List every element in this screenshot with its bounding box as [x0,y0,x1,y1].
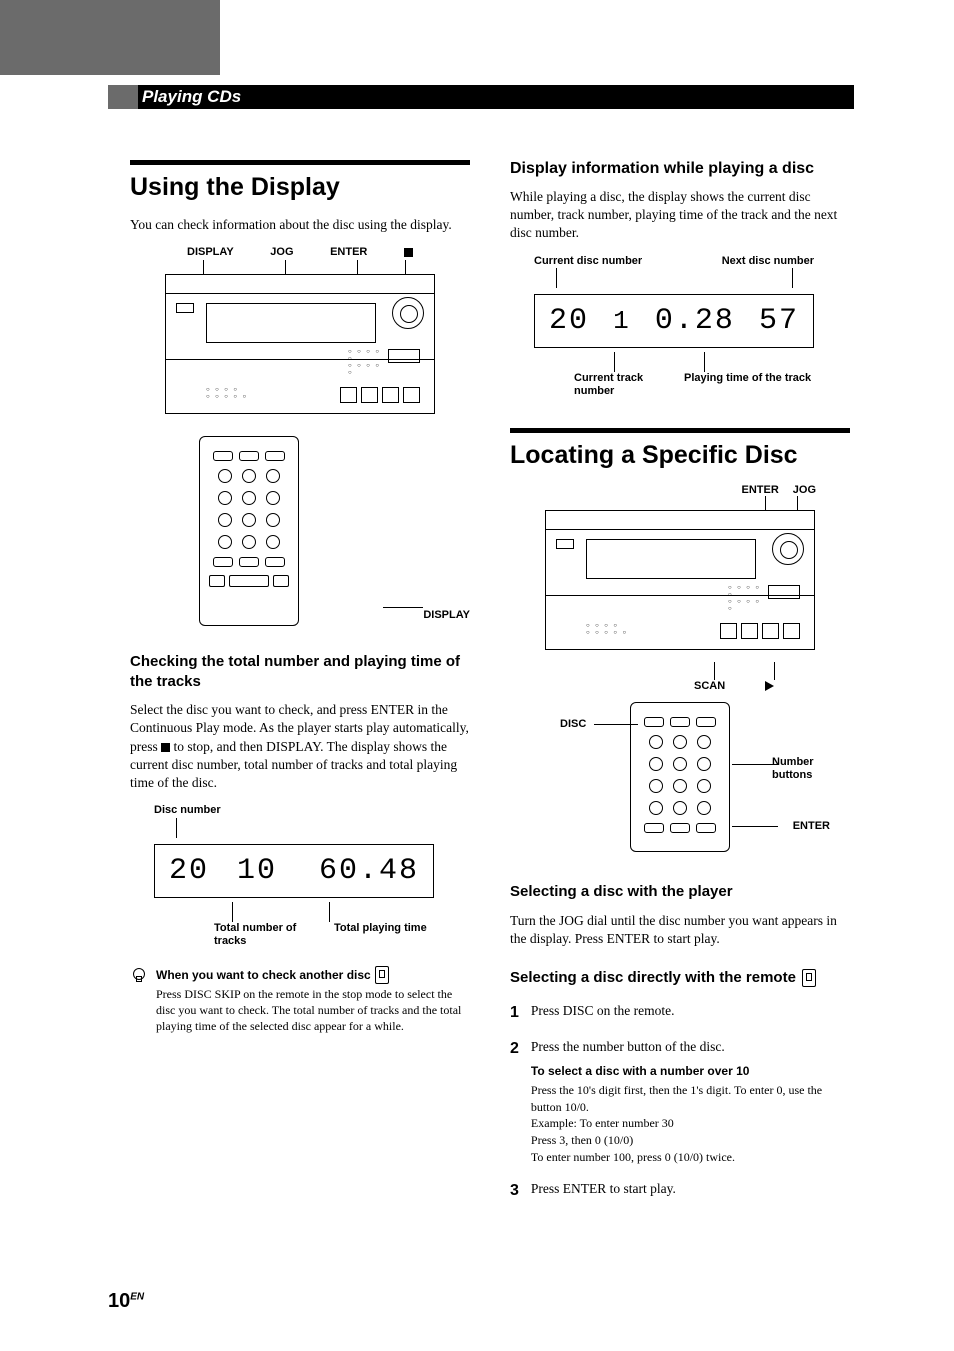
using-display-heading: Using the Display [130,173,470,202]
lcd2-playtime-label: Playing time of the track [684,372,814,398]
remote-illustration-2 [630,702,730,852]
step-num-1: 1 [510,1002,519,1024]
remote-illustration [199,436,299,626]
note-body-3: Press 3, then 0 (10/0) [531,1132,850,1149]
stop-icon-inline [161,743,170,752]
step-3-text: Press ENTER to start play. [531,1180,676,1202]
note-title: To select a disc with a number over 10 [531,1063,850,1080]
lcd2-nextdisc-label: Next disc number [722,255,814,268]
sel-remote-head-row: Selecting a disc directly with the remot… [510,968,850,988]
device-illustration: ○ ○ ○ ○ ○○ ○ ○ ○ ○ ○ ○ ○ ○○ ○ ○ ○ ○ [165,274,435,414]
sel-player-body: Turn the JOG dial until the disc number … [510,912,850,948]
remote2-number-label: Number buttons [772,756,832,782]
stop-icon [404,246,413,258]
lcd1-disc-label: Disc number [154,804,470,817]
lcd1-tracks-label: Total number of tracks [214,922,314,948]
lcd2-bot-lines [534,352,814,372]
steps-list: 1 Press DISC on the remote. 2 Press the … [510,1002,850,1202]
device2-top-labels: ENTER JOG [544,484,816,496]
lcd1-bottom-labels: Total number of tracks Total playing tim… [154,922,434,948]
page-content: Using the Display You can check informat… [130,160,850,1216]
lcd-display-1: 20 10 60.48 [154,844,434,898]
callout-lines [165,260,435,274]
note-body-1: Press the 10's digit first, then the 1's… [531,1082,850,1116]
right-column: Display information while playing a disc… [510,160,850,1216]
step-1-text: Press DISC on the remote. [531,1002,675,1024]
play-icon [765,680,774,692]
section-title: Playing CDs [138,87,241,107]
lcd2-curdisc: 20 [549,304,589,338]
label-enter: ENTER [330,246,367,258]
page-num-suffix: EN [130,1291,144,1302]
lcd1-time-label: Total playing time [334,922,434,948]
label-jog2: JOG [793,484,816,496]
left-column: Using the Display You can check informat… [130,160,470,1216]
sel-remote-head: Selecting a disc directly with the remot… [510,968,796,988]
page-num-value: 10 [108,1290,130,1312]
note-body-2: Example: To enter number 30 [531,1115,850,1132]
label-jog: JOG [270,246,293,258]
device-callout-row: DISPLAY JOG ENTER [165,246,435,258]
device2-top-lines [544,496,816,510]
tip-bulb-icon [130,966,150,987]
checking-subhead: Checking the total number and playing ti… [130,652,470,691]
step-2-text: Press the number button of the disc. [531,1038,850,1057]
remote2-disc-text: DISC [560,718,586,730]
step-3: 3 Press ENTER to start play. [510,1180,850,1202]
lcd1-tracks: 10 [237,854,277,888]
rule [130,160,470,165]
rule-2 [510,428,850,433]
lcd1-disc: 20 [169,854,209,888]
note-body-4: To enter number 100, press 0 (10/0) twic… [531,1149,850,1166]
step-2: 2 Press the number button of the disc. T… [510,1038,850,1166]
step-num-2: 2 [510,1038,519,1166]
lcd2-top-lines [534,268,814,288]
intro-text: You can check information about the disc… [130,216,470,234]
device2-bot-lines [544,662,816,680]
lcd1-time: 60.48 [319,854,419,888]
lcd1-bot-lines [154,902,434,922]
lcd-display-2: 20 1 0.28 57 [534,294,814,348]
tip-title: When you want to check another disc [156,968,371,982]
page-number: 10EN [108,1290,144,1313]
header-grey-lead [108,85,138,109]
remote-icon [375,966,389,984]
remote2-wrap: DISC Number buttons ENTER [570,702,790,852]
remote2-disc-label: DISC [560,718,586,730]
remote-icon-2 [802,969,816,987]
label-scan: SCAN [694,680,725,692]
lcd2-track: 1 [613,306,631,336]
lcd2-curtrack-label: Current track number [574,372,664,398]
tip-title-row: When you want to check another disc [156,966,470,984]
tip-body: Press DISC SKIP on the remote in the sto… [156,986,470,1035]
step-1: 1 Press DISC on the remote. [510,1002,850,1024]
sel-player-head: Selecting a disc with the player [510,882,850,902]
device2-bot-labels: SCAN [544,680,816,692]
remote2-enter-label: ENTER [793,820,830,832]
tip-block: When you want to check another disc Pres… [130,966,470,1035]
label-display: DISPLAY [187,246,234,258]
locating-heading: Locating a Specific Disc [510,441,850,470]
section-header: Playing CDs [108,85,854,109]
remote-illustration-wrap: DISPLAY [130,426,470,632]
remote-display-label: DISPLAY [423,609,470,621]
step-num-3: 3 [510,1180,519,1202]
lcd2-nextdisc: 57 [759,304,799,338]
device-illustration-2: ○ ○ ○ ○ ○○ ○ ○ ○ ○ ○ ○ ○ ○○ ○ ○ ○ ○ [545,510,815,650]
step-2-note: To select a disc with a number over 10 P… [531,1063,850,1166]
display-info-body: While playing a disc, the display shows … [510,188,850,243]
display-info-heading: Display information while playing a disc [510,160,850,178]
lcd2-top-labels: Current disc number Next disc number [534,255,814,268]
lcd2-curdisc-label: Current disc number [534,255,642,268]
top-grey-bar [0,0,220,75]
checking-body: Select the disc you want to check, and p… [130,701,470,792]
lcd2-bottom-labels: Current track number Playing time of the… [534,372,814,398]
lcd2-time: 0.28 [655,304,735,338]
lcd1-top-lines [154,818,434,838]
label-enter2: ENTER [741,484,778,496]
